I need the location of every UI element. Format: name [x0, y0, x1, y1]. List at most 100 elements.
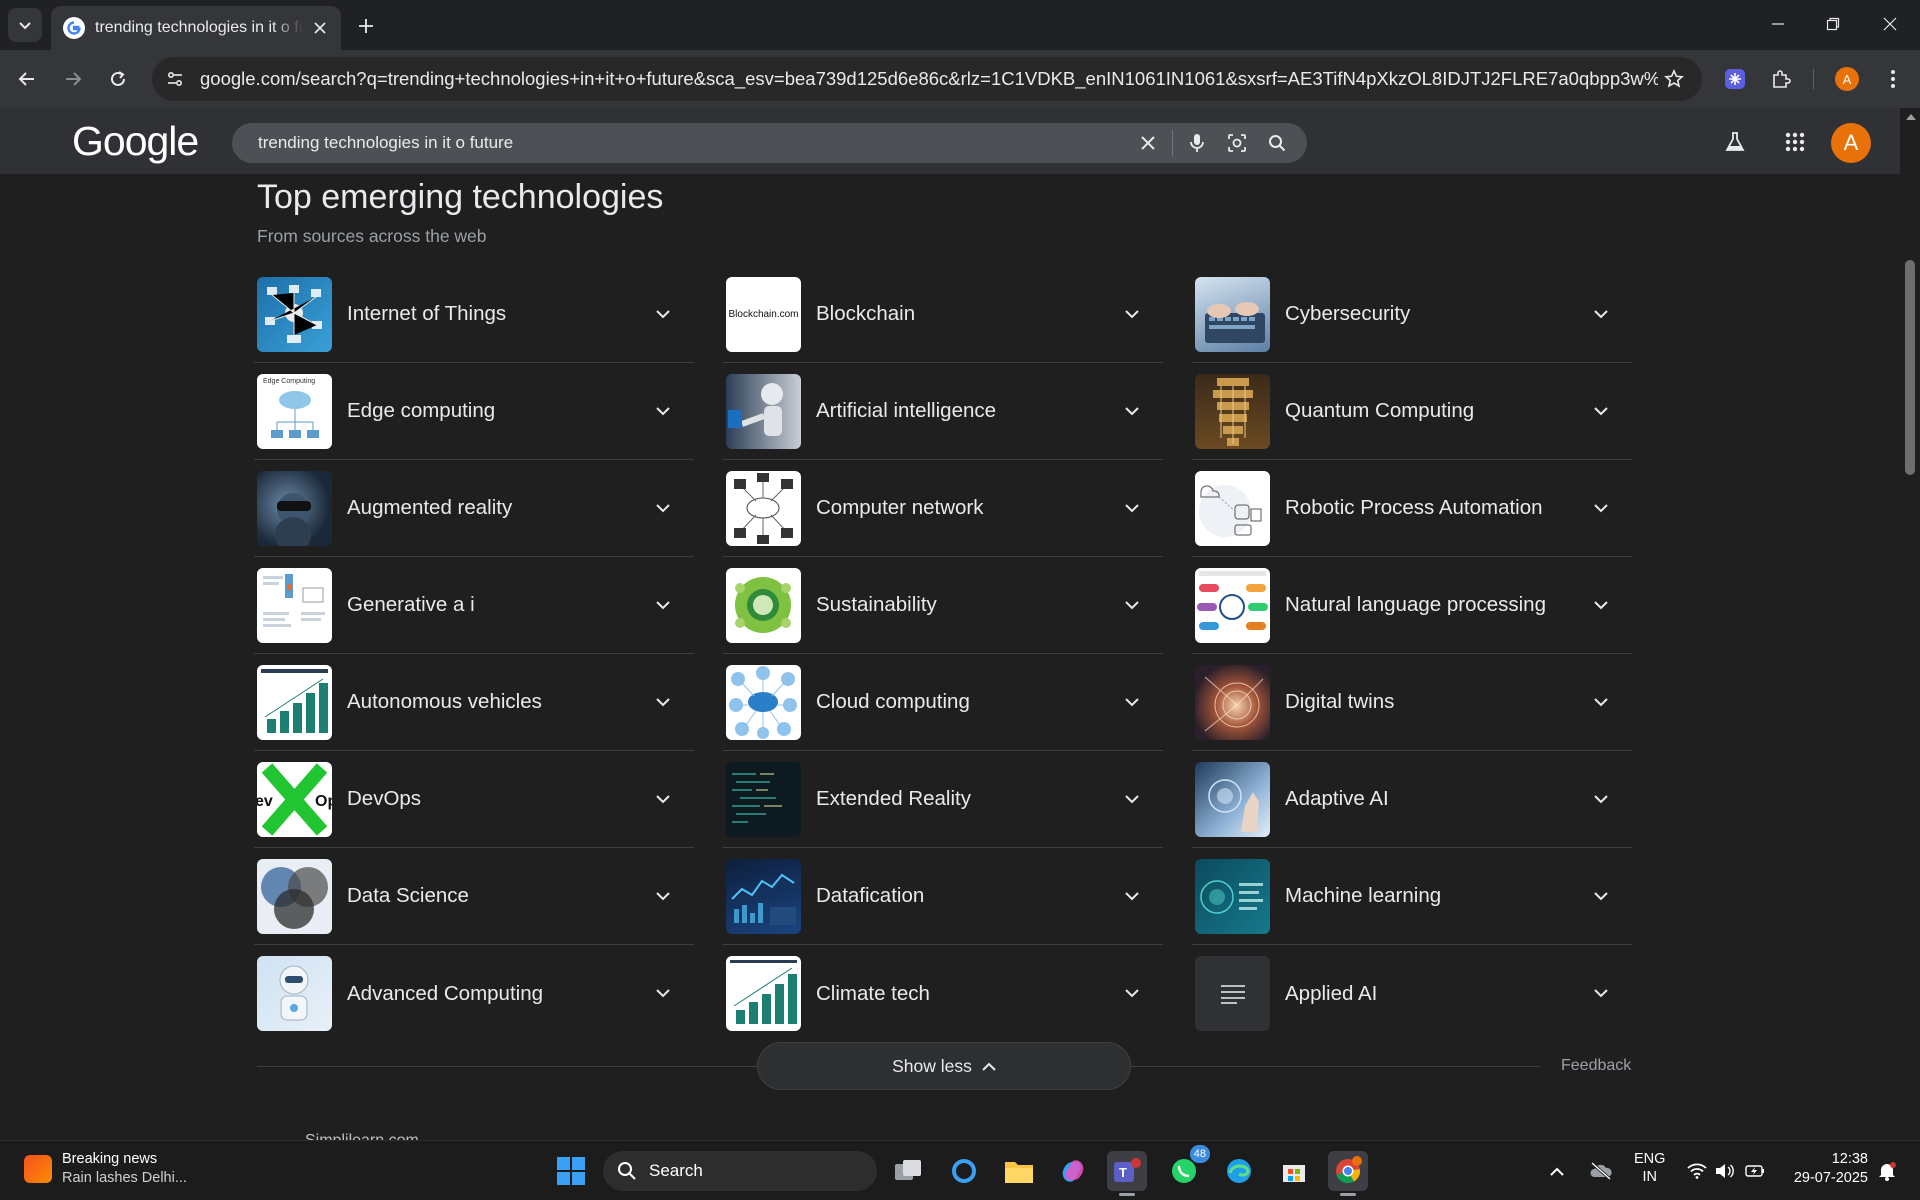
battery-charging-icon [1745, 1165, 1764, 1177]
topic-item-cloud-computing[interactable]: Cloud computing [723, 654, 1163, 751]
topic-item-computer-network[interactable]: Computer network [723, 460, 1163, 557]
extensions-menu-button[interactable] [1765, 63, 1797, 95]
clock-date: 29-07-2025 [1793, 1170, 1868, 1186]
minimize-button[interactable] [1758, 8, 1798, 40]
task-view-button[interactable] [888, 1151, 928, 1191]
chevron-down-icon [19, 22, 31, 30]
plus-icon [359, 19, 373, 33]
topic-item-autonomous-vehicles[interactable]: Autonomous vehicles [254, 654, 694, 751]
forward-button[interactable] [57, 63, 89, 95]
topic-item-climate-tech[interactable]: Climate tech [723, 945, 1163, 1042]
topic-item-robotic-process-automation[interactable]: Robotic Process Automation [1192, 460, 1632, 557]
topic-item-digital-twins[interactable]: Digital twins [1192, 654, 1632, 751]
chrome-button[interactable] [1328, 1151, 1368, 1196]
footer-divider-right [1131, 1066, 1540, 1067]
topic-item-natural-language-processing[interactable]: Natural language processing [1192, 557, 1632, 654]
onedrive-button[interactable] [1586, 1151, 1616, 1191]
teams-icon: T [1114, 1158, 1141, 1182]
active-indicator [1119, 1193, 1135, 1196]
new-tab-button[interactable] [352, 12, 380, 40]
notifications-button[interactable] [1872, 1151, 1902, 1191]
topic-item-extended-reality[interactable]: Extended Reality [723, 751, 1163, 848]
back-button[interactable] [11, 63, 43, 95]
account-avatar[interactable]: A [1831, 123, 1871, 163]
topic-item-cybersecurity[interactable]: Cybersecurity [1192, 266, 1632, 363]
whatsapp-button[interactable]: 48 [1164, 1145, 1210, 1191]
topic-item-datafication[interactable]: Datafication [723, 848, 1163, 945]
browser-menu-button[interactable] [1877, 63, 1909, 95]
wifi-button[interactable] [1684, 1151, 1710, 1191]
restore-button[interactable] [1813, 8, 1853, 40]
page-scrollbar[interactable] [1900, 108, 1920, 1140]
profile-button[interactable]: A [1831, 63, 1863, 95]
store-button[interactable] [1274, 1151, 1314, 1191]
topic-item-edge-computing[interactable]: Edge Computing Edge computing [254, 363, 694, 460]
google-logo[interactable]: Google [72, 118, 199, 165]
active-tab[interactable]: trending technologies in it o future [51, 6, 341, 50]
task-view-icon [895, 1160, 921, 1180]
tab-search-button[interactable] [8, 8, 42, 42]
topic-item-machine-learning[interactable]: Machine learning [1192, 848, 1632, 945]
edge-button[interactable] [1219, 1151, 1259, 1191]
teams-button[interactable]: T [1107, 1151, 1147, 1196]
tray-overflow-button[interactable] [1542, 1151, 1572, 1191]
topic-item-blockchain[interactable]: Blockchain.com Blockchain [723, 266, 1163, 363]
topic-item-sustainability[interactable]: Sustainability [723, 557, 1163, 654]
volume-button[interactable] [1712, 1151, 1738, 1191]
reload-button[interactable] [102, 63, 134, 95]
topic-label: Internet of Things [347, 302, 507, 325]
advanced-computing-thumbnail [257, 956, 332, 1031]
tab-close-icon[interactable] [309, 17, 331, 39]
topic-item-internet-of-things[interactable]: Internet of Things [254, 266, 694, 363]
google-header: Google trending technologies in it o fut… [0, 108, 1900, 174]
topic-item-advanced-computing[interactable]: Advanced Computing [254, 945, 694, 1042]
file-explorer-button[interactable] [999, 1151, 1039, 1191]
section-subtitle: From sources across the web [257, 226, 487, 246]
windows-taskbar: Breaking news Rain lashes Delhi... Searc… [0, 1140, 1920, 1200]
search-input[interactable]: trending technologies in it o future [232, 133, 1128, 153]
news-widget[interactable]: Breaking news Rain lashes Delhi... [24, 1151, 187, 1186]
taskbar-clock[interactable]: 12:38 29-07-2025 [1782, 1151, 1868, 1186]
extension-button[interactable] [1719, 63, 1751, 95]
search-icon[interactable] [1257, 123, 1297, 163]
clear-search-icon[interactable] [1128, 123, 1168, 163]
bookmark-star-icon[interactable] [1658, 63, 1690, 95]
copilot-button[interactable] [1053, 1151, 1093, 1191]
search-box[interactable]: trending technologies in it o future [232, 123, 1307, 163]
chevron-down-icon [1120, 399, 1144, 423]
scroll-up-arrow-icon[interactable] [1906, 114, 1916, 120]
feedback-link[interactable]: Feedback [1561, 1057, 1631, 1075]
topic-item-adaptive-ai[interactable]: Adaptive AI [1192, 751, 1632, 848]
scroll-thumb[interactable] [1905, 260, 1915, 475]
search-labs-button[interactable] [1718, 125, 1752, 159]
rpa-thumbnail [1195, 470, 1270, 546]
cortana-button[interactable] [944, 1151, 984, 1191]
next-result-title[interactable]: Simplilearn.com [305, 1132, 419, 1140]
chevron-down-icon [1589, 302, 1613, 326]
topic-item-artificial-intelligence[interactable]: Artificial intelligence [723, 363, 1163, 460]
site-info-icon[interactable] [162, 66, 188, 92]
reload-icon [111, 71, 125, 86]
topic-item-data-science[interactable]: Data Science [254, 848, 694, 945]
search-divider [1172, 130, 1173, 156]
language-indicator[interactable]: ENG IN [1634, 1151, 1665, 1185]
google-apps-button[interactable] [1778, 125, 1812, 159]
url-text[interactable]: google.com/search?q=trending+technologie… [200, 68, 1658, 90]
taskbar-search[interactable]: Search [603, 1151, 877, 1191]
adaptive-ai-thumbnail [1195, 761, 1270, 837]
topic-item-quantum-computing[interactable]: Quantum Computing [1192, 363, 1632, 460]
topic-item-applied-ai[interactable]: Applied AI [1192, 945, 1632, 1042]
topic-item-augmented-reality[interactable]: Augmented reality [254, 460, 694, 557]
microphone-icon[interactable] [1177, 123, 1217, 163]
lens-camera-icon[interactable] [1217, 123, 1257, 163]
computer-network-thumbnail [726, 470, 801, 546]
battery-button[interactable] [1742, 1151, 1768, 1191]
topic-item-generative-ai[interactable]: Generative a i [254, 557, 694, 654]
close-window-button[interactable] [1870, 8, 1910, 40]
show-less-button[interactable]: Show less [757, 1042, 1131, 1090]
address-bar[interactable]: google.com/search?q=trending+technologie… [152, 57, 1702, 101]
topic-item-devops[interactable]: ev Op DevOps [254, 751, 694, 848]
section-title: Top emerging technologies [257, 178, 664, 216]
start-button[interactable] [551, 1151, 591, 1191]
chevron-down-icon [1589, 399, 1613, 423]
